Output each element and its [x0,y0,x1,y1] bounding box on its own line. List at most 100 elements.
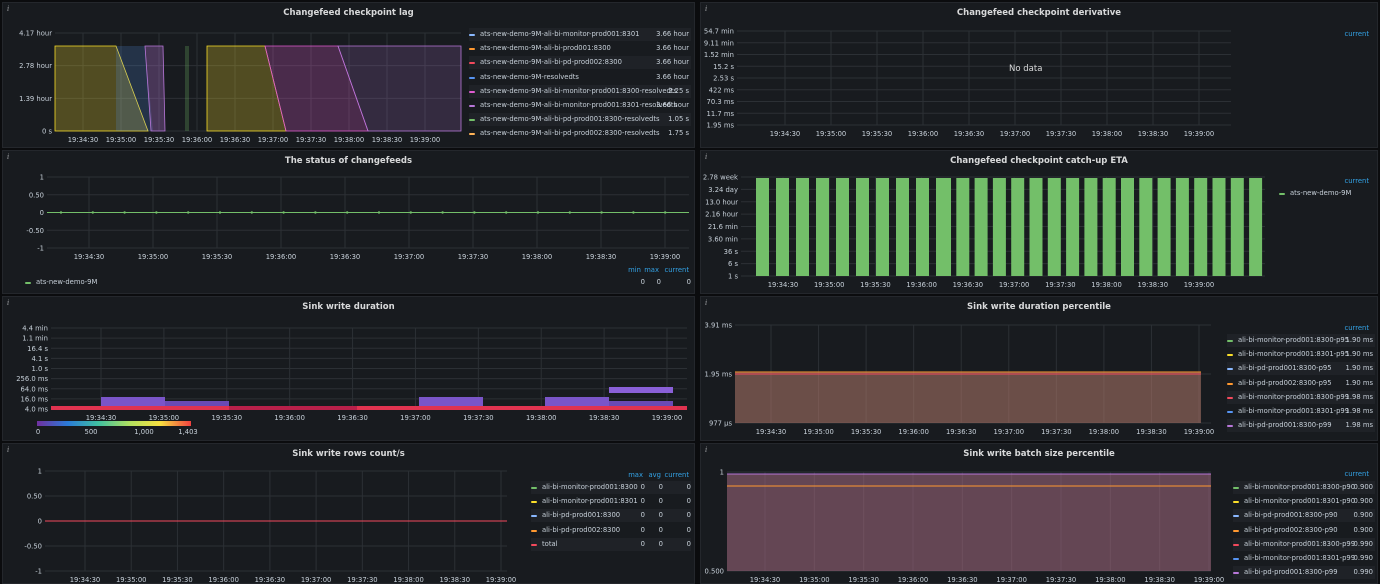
legend-value-avg: 0 [658,483,663,491]
legend-header-current[interactable]: current [1344,324,1369,332]
legend-value-value: 3.66 hour [656,44,689,53]
legend-item[interactable]: ali-bi-pd-prod001:8300-p99 1.98 ms [1227,419,1375,433]
legend-item[interactable]: ali-bi-monitor-prod001:8301-p90 0.900 [1233,495,1375,508]
x-tick-label: 19:36:00 [182,136,213,144]
x-tick-label: 19:38:30 [589,414,620,422]
x-tick-label: 19:36:00 [274,414,305,422]
legend-item[interactable]: ali-bi-pd-prod001:8300 0 0 0 [531,509,691,523]
x-tick-label: 19:37:00 [1000,130,1031,138]
scale-label: 1,403 [178,428,197,436]
legend-header-current[interactable]: current [1344,177,1369,185]
x-tick-label: 19:39:00 [1194,576,1225,584]
panel-changefeed-status[interactable]: i The status of changefeeds 1 0.50 0 -0.50-… [2,150,695,294]
legend-item[interactable]: ali-bi-monitor-prod001:8301-p99 1.98 ms [1227,405,1375,418]
legend-item[interactable]: ali-bi-pd-prod001:8300-p95 1.90 ms [1227,362,1375,376]
legend-swatch [1233,487,1239,489]
legend-header-current[interactable]: current [1344,470,1369,478]
x-tick-label: 19:36:00 [266,253,297,261]
panel-sink-write-duration[interactable]: i Sink write duration 4.4 min 1.1 min 16.4… [2,296,695,441]
legend-swatch [1227,340,1233,342]
legend-item[interactable]: ali-bi-monitor-prod001:8300-p99 0.990 [1233,537,1375,551]
y-tick-label: 16.0 ms [21,395,49,403]
legend-item[interactable]: ats-new-demo-9M-ali-bi-monitor-prod001:8… [469,99,691,112]
legend-swatch [1279,193,1285,195]
panel-batch-size-percentile[interactable]: i Sink write batch size percentile 1 0.50… [700,443,1378,584]
y-tick-label: 3.24 day [708,186,738,194]
legend-item[interactable]: ats-new-demo-9M [1279,187,1375,200]
legend-item[interactable]: ali-bi-monitor-prod001:8300-p95 1.90 ms [1227,334,1375,347]
legend-header-current[interactable]: current [1344,30,1369,38]
legend-item[interactable]: ali-bi-monitor-prod001:8301-p99 0.990 [1233,552,1375,565]
y-tick-label: 256.0 ms [16,375,48,383]
legend-item[interactable]: ali-bi-monitor-prod001:8300 0 0 0 [531,481,691,494]
legend-value-value: 1.75 s [668,129,689,138]
panel-sink-duration-percentile[interactable]: i Sink write duration percentile 3.91 ms… [700,296,1378,441]
x-tick-label: 19:38:00 [393,576,424,584]
legend-label: ali-bi-pd-prod001:8300-p90 [1244,511,1338,520]
legend-item[interactable]: ali-bi-monitor-prod001:8300-p99 1.98 ms [1227,390,1375,404]
x-tick-label: 19:37:00 [258,136,289,144]
x-tick-label: 19:35:00 [138,253,169,261]
legend-swatch [469,105,475,107]
legend-value-value: 3.66 hour [656,58,689,67]
legend-label: ali-bi-pd-prod002:8300 [542,525,621,534]
x-tick-label: 19:34:30 [68,136,99,144]
series-point [155,211,158,214]
legend-item[interactable]: ali-bi-monitor-prod001:8301 0 0 0 [531,495,691,508]
eta-bar [1102,178,1116,276]
legend-item[interactable]: ali-bi-pd-prod001:8300-p90 0.900 [1233,509,1375,523]
legend-value-avg: 0 [658,539,663,548]
legend-item[interactable]: ats-new-demo-9M-ali-bi-pd-prod002:8300 3.… [469,56,691,70]
legend-item[interactable]: ali-bi-pd-prod002:8300-p90 0.900 [1233,524,1375,537]
x-tick-label: 19:37:00 [999,281,1030,289]
eta-bar [796,178,809,276]
legend-item[interactable]: total 0 0 0 [531,537,691,551]
legend-item[interactable]: ali-bi-pd-prod001:8300-p99 0.990 [1233,566,1375,580]
panel-checkpoint-derivative[interactable]: i Changefeed checkpoint derivative 54.7 … [700,2,1378,148]
series-area [735,372,1201,423]
y-tick-label: 3.91 ms [705,322,733,330]
eta-bar [1249,178,1263,276]
heat-cell [165,401,229,406]
color-scale-bar [37,421,191,426]
y-tick-label: 15.2 s [713,63,734,71]
legend-item[interactable]: ats-new-demo-9M-ali-bi-prod001:8300 3.66 … [469,42,691,55]
scale-label: 500 [85,428,98,436]
legend-item[interactable]: ali-bi-monitor-prod001:8301-p95 1.90 ms [1227,348,1375,361]
legend-item[interactable]: ali-bi-monitor-prod001:8300-p90 0.900 [1233,481,1375,494]
legend-header-min[interactable]: min [625,266,641,274]
legend-header-current[interactable]: current [659,266,689,274]
panel-checkpoint-lag[interactable]: i Changefeed checkpoint lag 4.17 hour 2.7… [2,2,695,148]
panel-sink-rows-count[interactable]: i Sink write rows count/s 1 0.50 0 -0.50 -1 1… [2,443,695,584]
legend-item[interactable]: ats-new-demo-9M-ali-bi-pd-prod002:8300-r… [469,127,691,140]
legend-label: ali-bi-pd-prod001:8300-p99 [1244,568,1338,577]
legend-label: ali-bi-pd-prod002:8300-p95 [1238,378,1332,387]
x-tick-label: 19:36:30 [947,576,978,584]
series-point [600,211,603,214]
x-tick-label: 19:38:00 [1089,428,1120,436]
legend-item[interactable]: ats-new-demo-9M-resolvedts 3.66 hour [469,71,691,84]
legend-item[interactable]: ats-new-demo-9M-ali-bi-pd-prod001:8300-r… [469,113,691,127]
panel-catchup-eta[interactable]: i Changefeed checkpoint catch-up ETA 2.7… [700,150,1378,294]
legend-header-max[interactable]: max [643,266,659,274]
legend-item[interactable]: ats-new-demo-9M-ali-bi-monitor-prod001:8… [469,84,691,98]
legend-value-avg: 0 [658,511,663,520]
x-tick-label: 19:37:00 [394,253,425,261]
legend-value-value: 0.990 [1353,554,1373,562]
series-point [409,211,412,214]
legend-item[interactable]: ats-new-demo-9M-ali-bi-monitor-prod001:8… [469,28,691,41]
legend-label: ats-new-demo-9M-ali-bi-monitor-prod001:8… [480,30,640,38]
legend-item[interactable]: ali-bi-pd-prod002:8300-p95 1.90 ms [1227,377,1375,390]
legend-swatch [1233,543,1239,546]
eta-bar [1212,178,1226,276]
x-tick-label: 19:38:00 [526,414,557,422]
scale-label: 0 [36,428,40,436]
y-tick-label: 21.6 min [708,223,738,231]
x-tick-label: 19:39:00 [410,136,441,144]
x-tick-label: 19:37:30 [1045,281,1076,289]
legend-header-current[interactable]: current [657,471,689,479]
x-tick-label: 19:35:30 [851,428,882,436]
legend-item[interactable]: ats-new-demo-9M 0 0 0 [25,276,691,289]
legend-header-max[interactable]: max [621,471,643,479]
legend-item[interactable]: ali-bi-pd-prod002:8300 0 0 0 [531,524,691,537]
